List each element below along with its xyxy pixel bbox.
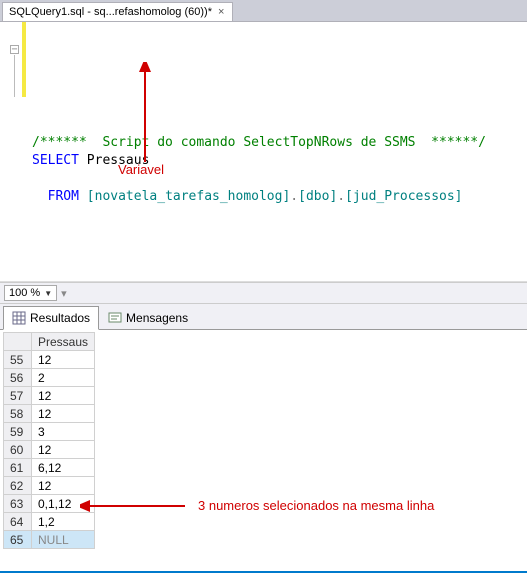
cell-value[interactable]: 3 <box>32 423 95 441</box>
obj-table: [jud_Processos] <box>345 189 462 204</box>
row-header[interactable]: 55 <box>4 351 32 369</box>
table-row[interactable]: 5512 <box>4 351 95 369</box>
tab-messages[interactable]: Mensagens <box>99 306 197 330</box>
code-content: /****** Script do comando SelectTopNRows… <box>32 112 527 224</box>
tab-results[interactable]: Resultados <box>3 306 99 330</box>
table-row[interactable]: 616,12 <box>4 459 95 477</box>
grid-corner[interactable] <box>4 333 32 351</box>
column-header[interactable]: Pressaus <box>32 333 95 351</box>
results-tab-bar: Resultados Mensagens <box>0 304 527 330</box>
table-row[interactable]: 641,2 <box>4 513 95 531</box>
annotation-arrow-2 <box>80 496 190 516</box>
code-comment: /****** Script do comando SelectTopNRows… <box>32 135 486 150</box>
chevron-down-icon: ▼ <box>44 289 52 298</box>
zoom-dash: ▾ <box>61 287 67 300</box>
tab-messages-label: Mensagens <box>126 311 188 325</box>
kw-from: FROM <box>48 189 79 204</box>
row-header[interactable]: 56 <box>4 369 32 387</box>
table-row[interactable]: 630,1,12 <box>4 495 95 513</box>
window-bottom-border <box>0 571 527 575</box>
row-header[interactable]: 62 <box>4 477 32 495</box>
sql-editor[interactable]: − /****** Script do comando SelectTopNRo… <box>0 22 527 282</box>
annotation-rowline: 3 numeros selecionados na mesma linha <box>198 498 434 513</box>
annotation-variavel: Variavel <box>118 162 164 177</box>
editor-tab-bar: SQLQuery1.sql - sq...refashomolog (60))*… <box>0 0 527 22</box>
tab-results-label: Resultados <box>30 311 90 325</box>
table-row[interactable]: 593 <box>4 423 95 441</box>
obj-db: [novatela_tarefas_homolog] <box>87 189 291 204</box>
cell-value[interactable]: NULL <box>32 531 95 549</box>
close-icon[interactable]: × <box>216 6 226 18</box>
row-header[interactable]: 60 <box>4 441 32 459</box>
file-tab-title: SQLQuery1.sql - sq...refashomolog (60))* <box>9 6 212 18</box>
dot1: . <box>290 189 298 204</box>
results-grid[interactable]: Pressaus 5512562571258125936012616,12621… <box>3 332 95 549</box>
table-row[interactable]: 5712 <box>4 387 95 405</box>
table-row[interactable]: 6012 <box>4 441 95 459</box>
row-header[interactable]: 65 <box>4 531 32 549</box>
kw-select: SELECT <box>32 153 79 168</box>
cell-value[interactable]: 0,1,12 <box>32 495 95 513</box>
grid-icon <box>12 311 26 325</box>
editor-gutter <box>0 22 22 281</box>
cell-value[interactable]: 12 <box>32 477 95 495</box>
message-icon <box>108 311 122 325</box>
table-row[interactable]: 6212 <box>4 477 95 495</box>
zoom-value: 100 % <box>9 287 40 299</box>
row-header[interactable]: 64 <box>4 513 32 531</box>
row-header[interactable]: 59 <box>4 423 32 441</box>
cell-value[interactable]: 12 <box>32 351 95 369</box>
cell-value[interactable]: 6,12 <box>32 459 95 477</box>
zoom-combo[interactable]: 100 % ▼ <box>4 285 57 301</box>
cell-value[interactable]: 12 <box>32 387 95 405</box>
row-header[interactable]: 63 <box>4 495 32 513</box>
cell-value[interactable]: 12 <box>32 441 95 459</box>
cell-value[interactable]: 1,2 <box>32 513 95 531</box>
file-tab[interactable]: SQLQuery1.sql - sq...refashomolog (60))*… <box>2 2 233 21</box>
cell-value[interactable]: 12 <box>32 405 95 423</box>
table-row[interactable]: 562 <box>4 369 95 387</box>
row-header[interactable]: 61 <box>4 459 32 477</box>
zoom-bar: 100 % ▼ ▾ <box>0 282 527 304</box>
results-grid-area: Pressaus 5512562571258125936012616,12621… <box>0 330 527 560</box>
dot2: . <box>337 189 345 204</box>
row-header[interactable]: 58 <box>4 405 32 423</box>
outline-toggle-icon[interactable]: − <box>10 45 19 54</box>
table-row[interactable]: 5812 <box>4 405 95 423</box>
cell-value[interactable]: 2 <box>32 369 95 387</box>
change-marker <box>22 22 26 97</box>
table-row[interactable]: 65NULL <box>4 531 95 549</box>
row-header[interactable]: 57 <box>4 387 32 405</box>
grid-body: 5512562571258125936012616,126212630,1,12… <box>4 351 95 549</box>
obj-schema: [dbo] <box>298 189 337 204</box>
outline-line <box>14 55 15 97</box>
